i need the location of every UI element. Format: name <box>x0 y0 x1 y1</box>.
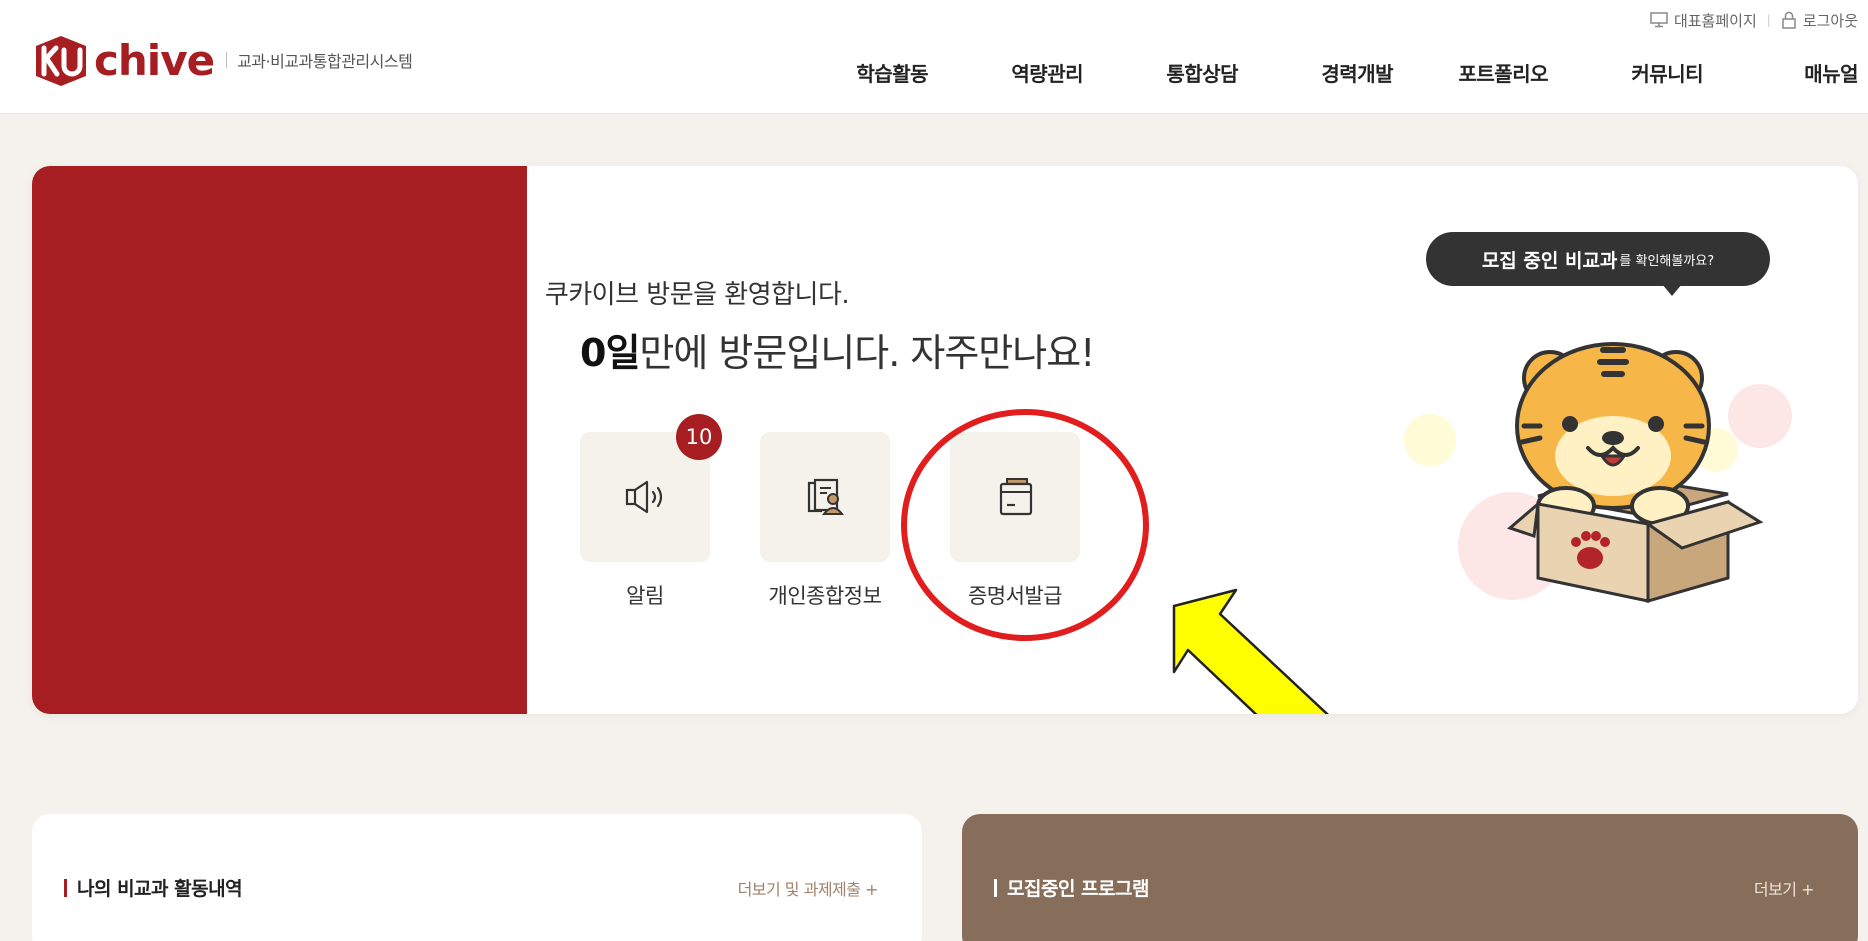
annotation-red-circle <box>901 409 1149 641</box>
speech-rest: 를 확인해볼까요? <box>1619 253 1715 269</box>
utility-links: 대표홈페이지 | 로그아웃 <box>1650 8 1858 32</box>
logout-label: 로그아웃 <box>1802 11 1858 30</box>
nav-counseling[interactable]: 통합상담 <box>1083 58 1238 87</box>
monitor-icon <box>1650 12 1668 28</box>
welcome-card: 쿠카이브 방문을 환영합니다. 0일만에 방문입니다. 자주만나요! 10 알림 <box>32 166 1858 714</box>
logout-link[interactable]: 로그아웃 <box>1781 10 1858 31</box>
nav-competency[interactable]: 역량관리 <box>928 58 1083 87</box>
divider: | <box>1766 13 1771 27</box>
logo-divider <box>226 52 228 68</box>
speech-bold: 모집 중인 비교과 <box>1481 249 1618 272</box>
profile-panel <box>32 166 527 714</box>
deco-circle <box>1404 414 1456 466</box>
tiger-mascot-icon <box>1507 342 1764 603</box>
site-logo[interactable]: chive 교과·비교과통합관리시스템 <box>30 32 413 88</box>
title-bar <box>64 878 67 897</box>
notifications-tile[interactable]: 10 <box>580 414 722 562</box>
title-bar <box>994 878 997 897</box>
ku-logo-mark-icon <box>36 36 86 86</box>
main-nav: 학습활동 역량관리 통합상담 경력개발 포트폴리오 커뮤니티 매뉴얼 <box>856 58 1858 87</box>
nav-manual[interactable]: 매뉴얼 <box>1703 58 1858 87</box>
visit-message-rest: 만에 방문입니다. 자주만나요! <box>639 331 1095 375</box>
notifications-label: 알림 <box>626 584 664 608</box>
visit-message: 0일만에 방문입니다. 자주만나요! <box>580 322 1095 377</box>
welcome-message: 쿠카이브 방문을 환영합니다. <box>544 280 850 310</box>
recruiting-programs-title-text: 모집중인 프로그램 <box>1007 878 1149 900</box>
notification-count-badge: 10 <box>676 414 722 460</box>
quick-notifications[interactable]: 10 알림 <box>580 414 722 610</box>
recruiting-programs-more-link[interactable]: 더보기 + <box>1754 876 1815 900</box>
home-page-label: 대표홈페이지 <box>1673 11 1757 30</box>
nav-career[interactable]: 경력개발 <box>1238 58 1393 87</box>
my-activities-more-link[interactable]: 더보기 및 과제제출 + <box>738 876 879 900</box>
top-header: 대표홈페이지 | 로그아웃 chive 교과·비교과통합관리시스템 학습활동 역… <box>0 0 1868 114</box>
personal-info-label: 개인종합정보 <box>768 584 882 608</box>
recruiting-programs-panel: 모집중인 프로그램 더보기 + <box>962 814 1858 941</box>
personal-info-tile[interactable] <box>760 432 890 562</box>
recruiting-speech-bubble[interactable]: 모집 중인 비교과 를 확인해볼까요? <box>1426 232 1770 296</box>
nav-learning[interactable]: 학습활동 <box>856 58 928 87</box>
lock-icon <box>1782 11 1796 29</box>
my-activities-title: 나의 비교과 활동내역 <box>64 874 243 901</box>
annotation-arrow-icon <box>1172 588 1329 714</box>
logo-subtitle: 교과·비교과통합관리시스템 <box>237 52 413 71</box>
recruiting-programs-title: 모집중인 프로그램 <box>994 874 1149 901</box>
my-activities-title-text: 나의 비교과 활동내역 <box>77 878 243 900</box>
days-since-visit: 0일 <box>580 331 640 375</box>
profile-document-icon <box>807 478 845 515</box>
quick-personal-info[interactable]: 개인종합정보 <box>760 432 890 610</box>
nav-community[interactable]: 커뮤니티 <box>1548 58 1703 87</box>
speaker-icon <box>625 480 663 514</box>
home-page-link[interactable]: 대표홈페이지 <box>1650 10 1757 31</box>
logo-text: chive <box>94 35 215 85</box>
my-activities-panel: 나의 비교과 활동내역 더보기 및 과제제출 + <box>32 814 922 941</box>
nav-portfolio[interactable]: 포트폴리오 <box>1393 58 1549 87</box>
